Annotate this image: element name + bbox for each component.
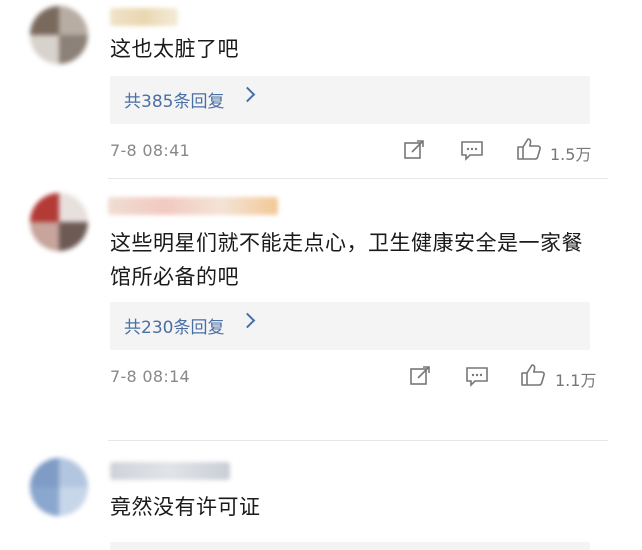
divider [108,178,608,179]
avatar[interactable] [30,6,88,64]
thumbs-up-icon[interactable] [520,363,546,387]
like-count: 1.5万 [550,145,592,164]
comment-icon[interactable] [465,366,489,388]
comment-icon[interactable] [460,140,484,162]
comment-time: 7-8 08:41 [110,141,191,160]
share-icon[interactable] [403,139,425,161]
replies-link[interactable]: 共385条回复 [110,76,590,124]
username-blurred[interactable] [108,197,278,215]
divider [108,440,608,441]
replies-label: 共385条回复 [124,92,225,112]
comment-time: 7-8 08:14 [110,367,191,386]
comment-text: 这也太脏了吧 [110,37,239,61]
comment-text: 竟然没有许可证 [110,495,261,519]
comment-text: 这些明星们就不能走点心，卫生健康安全是一家餐馆所必备的吧 [110,231,583,289]
chevron-right-icon [239,312,256,329]
like-count: 1.1万 [555,371,597,390]
avatar[interactable] [30,193,88,251]
replies-link[interactable] [110,542,590,550]
avatar[interactable] [30,458,88,516]
username-blurred[interactable] [110,8,178,26]
share-icon[interactable] [409,365,431,387]
thumbs-up-icon[interactable] [516,137,542,161]
replies-link[interactable]: 共230条回复 [110,302,590,350]
username-blurred[interactable] [110,462,230,480]
chevron-right-icon [239,86,256,103]
replies-label: 共230条回复 [124,318,225,338]
